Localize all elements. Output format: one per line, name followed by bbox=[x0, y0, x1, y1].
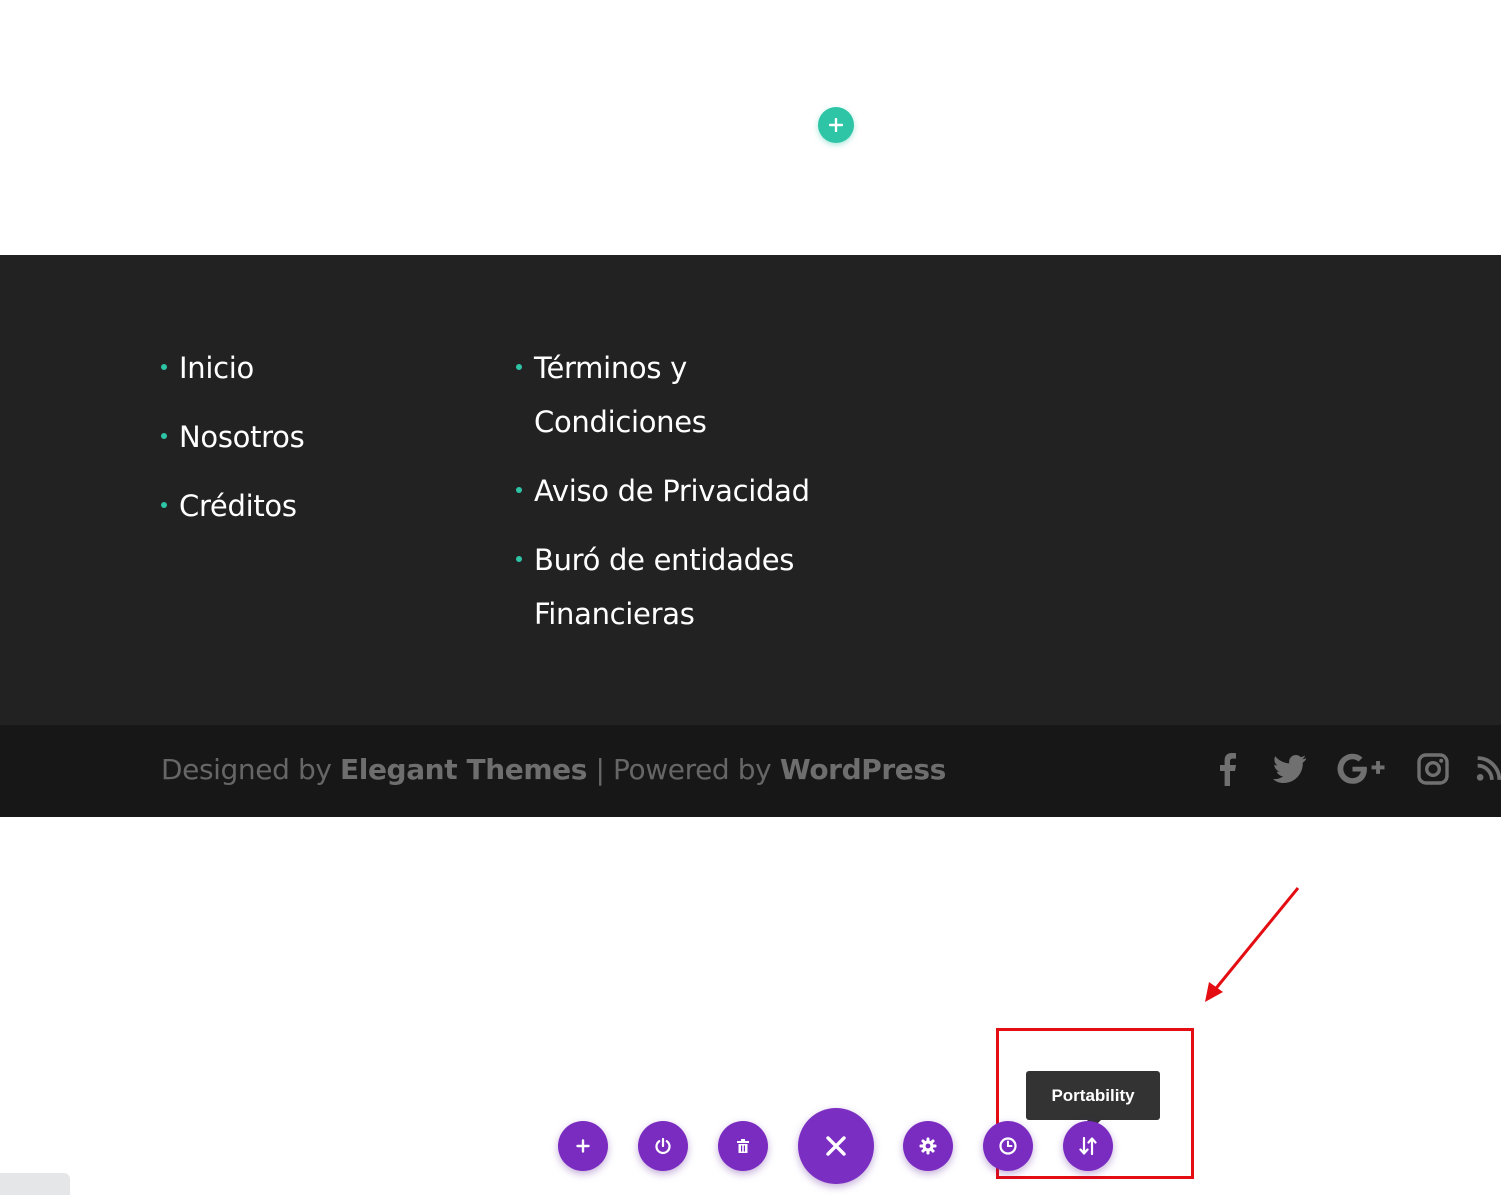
bullet-icon bbox=[161, 502, 167, 508]
list-item: Nosotros bbox=[161, 410, 461, 464]
footer-menu-column-2: Términos y Condiciones Aviso de Privacid… bbox=[516, 341, 836, 656]
trash-icon bbox=[737, 1139, 749, 1153]
history-button[interactable] bbox=[983, 1121, 1033, 1171]
bullet-icon bbox=[161, 364, 167, 370]
list-item: Inicio bbox=[161, 341, 461, 395]
plus-icon bbox=[829, 118, 843, 132]
credits-separator: | Powered by bbox=[587, 753, 780, 786]
credits-wordpress-link[interactable]: WordPress bbox=[780, 753, 946, 786]
annotation-arrow-icon bbox=[1205, 887, 1300, 1002]
settings-button[interactable] bbox=[903, 1121, 953, 1171]
credits-designed-by: Designed by bbox=[161, 753, 341, 786]
bottom-left-tab[interactable] bbox=[0, 1173, 70, 1195]
bullet-icon bbox=[516, 364, 522, 370]
close-button[interactable] bbox=[798, 1108, 874, 1184]
add-section-button[interactable] bbox=[818, 107, 854, 143]
footer-credits: Designed by Elegant Themes | Powered by … bbox=[161, 753, 946, 786]
close-icon bbox=[826, 1136, 846, 1156]
list-item: Términos y Condiciones bbox=[516, 341, 836, 449]
power-icon bbox=[655, 1137, 671, 1155]
footer-link-creditos[interactable]: Créditos bbox=[179, 489, 297, 523]
footer-menu-column-1: Inicio Nosotros Créditos bbox=[161, 341, 461, 548]
portability-icon bbox=[1079, 1136, 1097, 1156]
footer-bottom-bar: Designed by Elegant Themes | Powered by … bbox=[0, 725, 1501, 817]
clock-icon bbox=[999, 1137, 1017, 1155]
plus-icon bbox=[576, 1139, 590, 1153]
footer-link-buro[interactable]: Buró de entidades Financieras bbox=[534, 543, 794, 631]
gear-icon bbox=[919, 1137, 937, 1155]
facebook-icon[interactable] bbox=[1212, 749, 1242, 789]
credits-elegant-themes-link[interactable]: Elegant Themes bbox=[340, 753, 587, 786]
footer-widgets: Inicio Nosotros Créditos Términos y Cond… bbox=[0, 255, 1501, 725]
bullet-icon bbox=[516, 487, 522, 493]
footer-link-aviso-privacidad[interactable]: Aviso de Privacidad bbox=[534, 474, 810, 508]
footer-link-nosotros[interactable]: Nosotros bbox=[179, 420, 305, 454]
trash-button[interactable] bbox=[718, 1121, 768, 1171]
rss-icon[interactable] bbox=[1476, 749, 1501, 789]
list-item: Buró de entidades Financieras bbox=[516, 533, 836, 641]
portability-tooltip: Portability bbox=[1026, 1071, 1160, 1127]
footer-link-terminos[interactable]: Términos y Condiciones bbox=[534, 351, 707, 439]
google-plus-icon[interactable] bbox=[1334, 749, 1390, 789]
list-item: Aviso de Privacidad bbox=[516, 464, 836, 518]
footer-link-inicio[interactable]: Inicio bbox=[179, 351, 254, 385]
portability-button[interactable] bbox=[1063, 1121, 1113, 1171]
instagram-icon[interactable] bbox=[1414, 749, 1452, 789]
bullet-icon bbox=[516, 556, 522, 562]
page-content-area bbox=[0, 0, 1501, 255]
power-button[interactable] bbox=[638, 1121, 688, 1171]
twitter-icon[interactable] bbox=[1271, 749, 1309, 789]
bullet-icon bbox=[161, 433, 167, 439]
list-item: Créditos bbox=[161, 479, 461, 533]
add-button[interactable] bbox=[558, 1121, 608, 1171]
